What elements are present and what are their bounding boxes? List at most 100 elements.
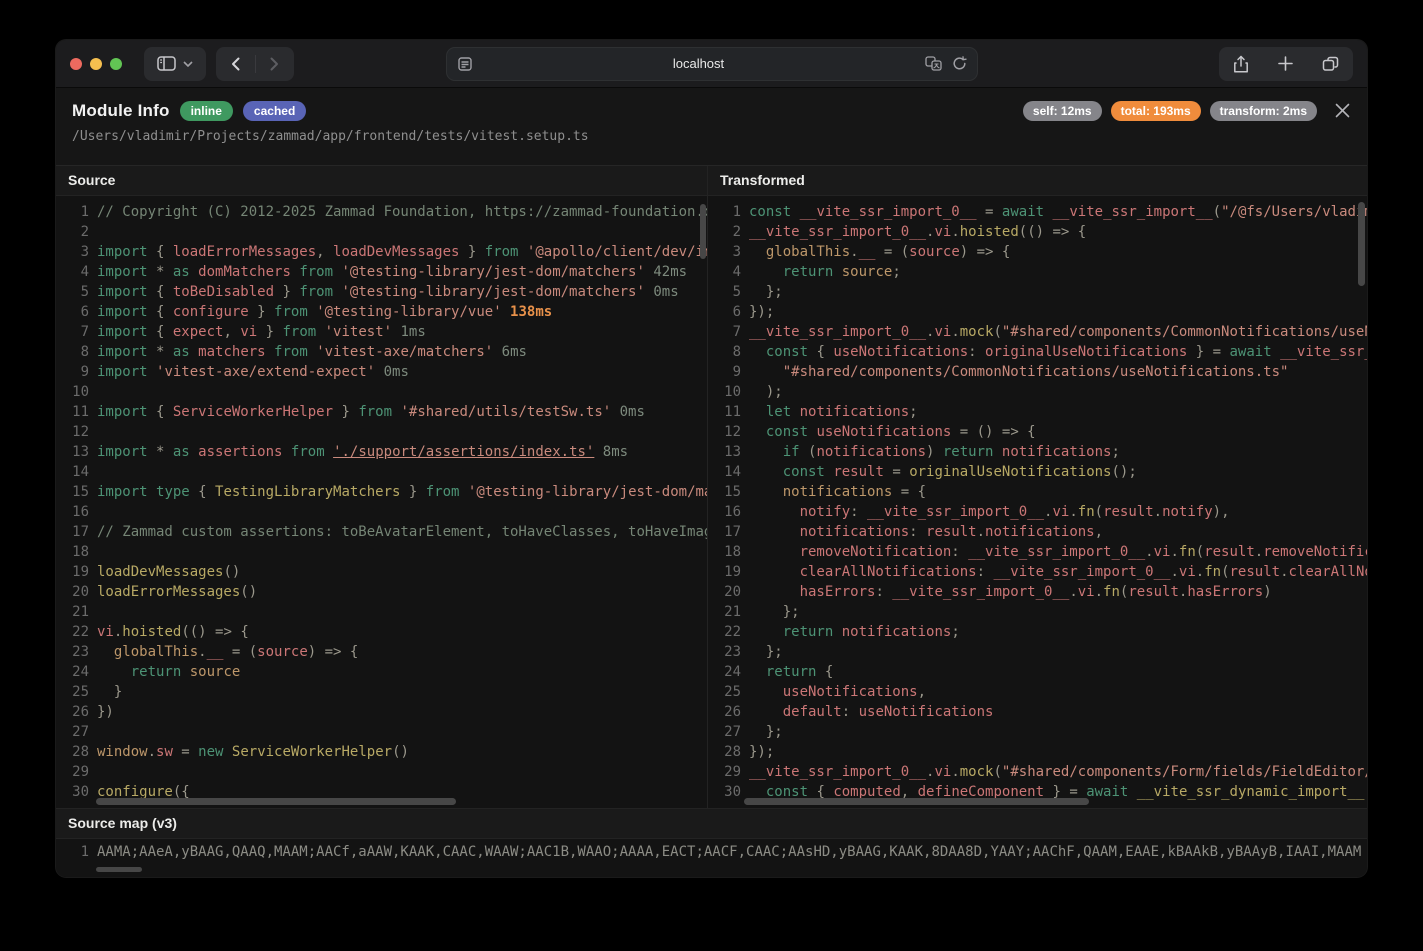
sourcemap-hscrollbar[interactable]: [96, 867, 142, 872]
code-line: 25 }: [56, 684, 707, 704]
address-bar[interactable]: localhost: [446, 47, 978, 81]
code-line: 3import { loadErrorMessages, loadDevMess…: [56, 244, 707, 264]
code-line: 13import * as assertions from './support…: [56, 444, 707, 464]
code-line: 2: [56, 224, 707, 244]
code-line: 11import { ServiceWorkerHelper } from '#…: [56, 404, 707, 424]
window-minimize-button[interactable]: [90, 58, 102, 70]
code-line: 11 let notifications;: [708, 404, 1367, 424]
code-line: 26 default: useNotifications: [708, 704, 1367, 724]
sidebar-icon: [157, 56, 176, 71]
source-code[interactable]: 1// Copyright (C) 2012-2025 Zammad Found…: [56, 196, 707, 807]
code-line: 19loadDevMessages(): [56, 564, 707, 584]
code-line: 23 };: [708, 644, 1367, 664]
transformed-vscrollbar[interactable]: [1358, 202, 1365, 286]
source-hscrollbar[interactable]: [96, 798, 456, 805]
reload-icon[interactable]: [952, 56, 967, 71]
back-button[interactable]: [217, 47, 255, 81]
code-line: 4 return source;: [708, 264, 1367, 284]
code-line: 13 if (notifications) return notificatio…: [708, 444, 1367, 464]
source-panel-title: Source: [56, 166, 707, 196]
code-line: 4import * as domMatchers from '@testing-…: [56, 264, 707, 284]
file-path: /Users/vladimir/Projects/zammad/app/fron…: [72, 129, 1351, 144]
timing-self-badge: self: 12ms: [1023, 101, 1102, 121]
code-line: 29: [56, 764, 707, 784]
code-line: 20loadErrorMessages(): [56, 584, 707, 604]
transformed-code[interactable]: 1const __vite_ssr_import_0__ = await __v…: [708, 196, 1367, 807]
transformed-panel: Transformed 1const __vite_ssr_import_0__…: [707, 166, 1367, 808]
sourcemap-section: Source map (v3) 1AAMA;AAeA,yBAAG,QAAQ,MA…: [56, 808, 1367, 877]
chevron-down-icon: [183, 61, 193, 67]
toolbar-right-buttons: [1219, 47, 1353, 81]
code-line: 14: [56, 464, 707, 484]
new-tab-button[interactable]: [1278, 56, 1293, 71]
tabs-overview-button[interactable]: [1322, 56, 1339, 72]
code-line: 1AAMA;AAeA,yBAAG,QAAQ,MAAM;AACf,aAAW,KAA…: [56, 844, 1367, 864]
code-line: 9import 'vitest-axe/extend-expect' 0ms: [56, 364, 707, 384]
code-line: 28});: [708, 744, 1367, 764]
transformed-panel-title: Transformed: [708, 166, 1367, 196]
forward-button[interactable]: [256, 47, 294, 81]
code-line: 17// Zammad custom assertions: toBeAvata…: [56, 524, 707, 544]
timing-badges: self: 12ms total: 193ms transform: 2ms: [1023, 101, 1317, 121]
code-line: 24 return {: [708, 664, 1367, 684]
close-icon[interactable]: [1331, 99, 1353, 121]
code-line: 26}): [56, 704, 707, 724]
timing-transform-badge: transform: 2ms: [1210, 101, 1317, 121]
code-line: 27 };: [708, 724, 1367, 744]
code-line: 10 );: [708, 384, 1367, 404]
code-line: 6});: [708, 304, 1367, 324]
code-line: 17 notifications: result.notifications,: [708, 524, 1367, 544]
timing-total-badge: total: 193ms: [1111, 101, 1201, 121]
code-line: 18 removeNotification: __vite_ssr_import…: [708, 544, 1367, 564]
code-line: 5import { toBeDisabled } from '@testing-…: [56, 284, 707, 304]
code-line: 14 const result = originalUseNotificatio…: [708, 464, 1367, 484]
code-line: 2__vite_ssr_import_0__.vi.hoisted(() => …: [708, 224, 1367, 244]
code-line: 22vi.hoisted(() => {: [56, 624, 707, 644]
transformed-hscrollbar[interactable]: [744, 798, 1089, 805]
sourcemap-title: Source map (v3): [56, 809, 1367, 839]
window-close-button[interactable]: [70, 58, 82, 70]
source-panel: Source 1// Copyright (C) 2012-2025 Zamma…: [56, 166, 707, 808]
source-vscrollbar[interactable]: [700, 204, 706, 259]
code-line: 16: [56, 504, 707, 524]
code-line: 15 notifications = {: [708, 484, 1367, 504]
code-line: 10: [56, 384, 707, 404]
code-line: 12 const useNotifications = () => {: [708, 424, 1367, 444]
url-text: localhost: [473, 56, 925, 71]
code-line: 28window.sw = new ServiceWorkerHelper(): [56, 744, 707, 764]
code-line: 16 notify: __vite_ssr_import_0__.vi.fn(r…: [708, 504, 1367, 524]
code-line: 27: [56, 724, 707, 744]
browser-toolbar: localhost: [56, 40, 1367, 88]
code-panels: Source 1// Copyright (C) 2012-2025 Zamma…: [56, 166, 1367, 808]
badge-cached: cached: [243, 101, 306, 121]
sourcemap-code[interactable]: 1AAMA;AAeA,yBAAG,QAAQ,MAAM;AACf,aAAW,KAA…: [56, 839, 1367, 864]
nav-buttons: [216, 47, 294, 81]
code-line: 1const __vite_ssr_import_0__ = await __v…: [708, 204, 1367, 224]
code-line: 6import { configure } from '@testing-lib…: [56, 304, 707, 324]
code-line: 20 hasErrors: __vite_ssr_import_0__.vi.f…: [708, 584, 1367, 604]
code-line: 7__vite_ssr_import_0__.vi.mock("#shared/…: [708, 324, 1367, 344]
code-line: 3 globalThis.__ = (source) => {: [708, 244, 1367, 264]
code-line: 21: [56, 604, 707, 624]
code-line: 29__vite_ssr_import_0__.vi.mock("#shared…: [708, 764, 1367, 784]
window-zoom-button[interactable]: [110, 58, 122, 70]
share-button[interactable]: [1233, 55, 1249, 73]
page-title: Module Info: [72, 101, 170, 121]
code-line: 7import { expect, vi } from 'vitest' 1ms: [56, 324, 707, 344]
translate-icon[interactable]: [925, 56, 942, 71]
reader-icon[interactable]: [457, 56, 473, 72]
traffic-lights: [70, 58, 122, 70]
code-line: 24 return source: [56, 664, 707, 684]
sidebar-toggle-button[interactable]: [144, 47, 206, 81]
code-line: 19 clearAllNotifications: __vite_ssr_imp…: [708, 564, 1367, 584]
browser-window: localhost: [56, 40, 1367, 877]
code-line: 23 globalThis.__ = (source) => {: [56, 644, 707, 664]
module-info-header: Module Info inline cached self: 12ms tot…: [56, 88, 1367, 166]
code-line: 8import * as matchers from 'vitest-axe/m…: [56, 344, 707, 364]
badge-inline: inline: [180, 101, 233, 121]
code-line: 8 const { useNotifications: originalUseN…: [708, 344, 1367, 364]
code-line: 25 useNotifications,: [708, 684, 1367, 704]
code-line: 21 };: [708, 604, 1367, 624]
code-line: 9 "#shared/components/CommonNotification…: [708, 364, 1367, 384]
code-line: 18: [56, 544, 707, 564]
